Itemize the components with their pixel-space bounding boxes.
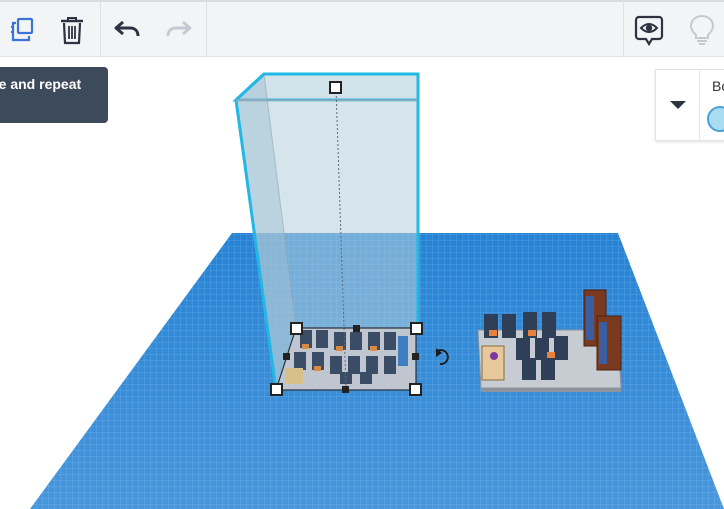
shape-inspector-panel: Bo	[655, 69, 724, 141]
edit-toolbar	[0, 0, 724, 57]
edge-handle[interactable]	[342, 386, 349, 393]
inspector-label: Bo	[712, 78, 724, 94]
corner-handle[interactable]	[409, 383, 422, 396]
trash-icon	[61, 16, 83, 44]
corner-handle[interactable]	[270, 383, 283, 396]
redo-button[interactable]	[156, 2, 200, 57]
corner-handle[interactable]	[410, 322, 423, 335]
corner-handle[interactable]	[290, 322, 303, 335]
duplicate-icon	[11, 17, 34, 41]
duplicate-and-repeat-button[interactable]	[0, 2, 44, 57]
tooltip: te and repeat	[0, 67, 108, 123]
color-swatch[interactable]	[707, 106, 724, 132]
lightbulb-icon	[689, 14, 715, 45]
eye-speech-bubble-icon	[634, 15, 664, 46]
undo-arrow-icon	[114, 20, 140, 36]
undo-button[interactable]	[106, 2, 150, 57]
height-handle[interactable]	[329, 81, 342, 94]
delete-button[interactable]	[50, 2, 94, 57]
edge-handle[interactable]	[283, 353, 290, 360]
collapse-panel-button[interactable]	[656, 70, 700, 140]
edge-handle[interactable]	[353, 325, 360, 332]
edge-handle[interactable]	[412, 353, 419, 360]
workplane-viewport[interactable]	[0, 0, 724, 509]
tooltip-text: te and repeat	[0, 76, 82, 92]
caret-down-icon	[669, 101, 686, 109]
show-all-button[interactable]	[627, 2, 671, 57]
redo-arrow-icon	[166, 20, 192, 36]
notes-button[interactable]	[680, 2, 724, 57]
